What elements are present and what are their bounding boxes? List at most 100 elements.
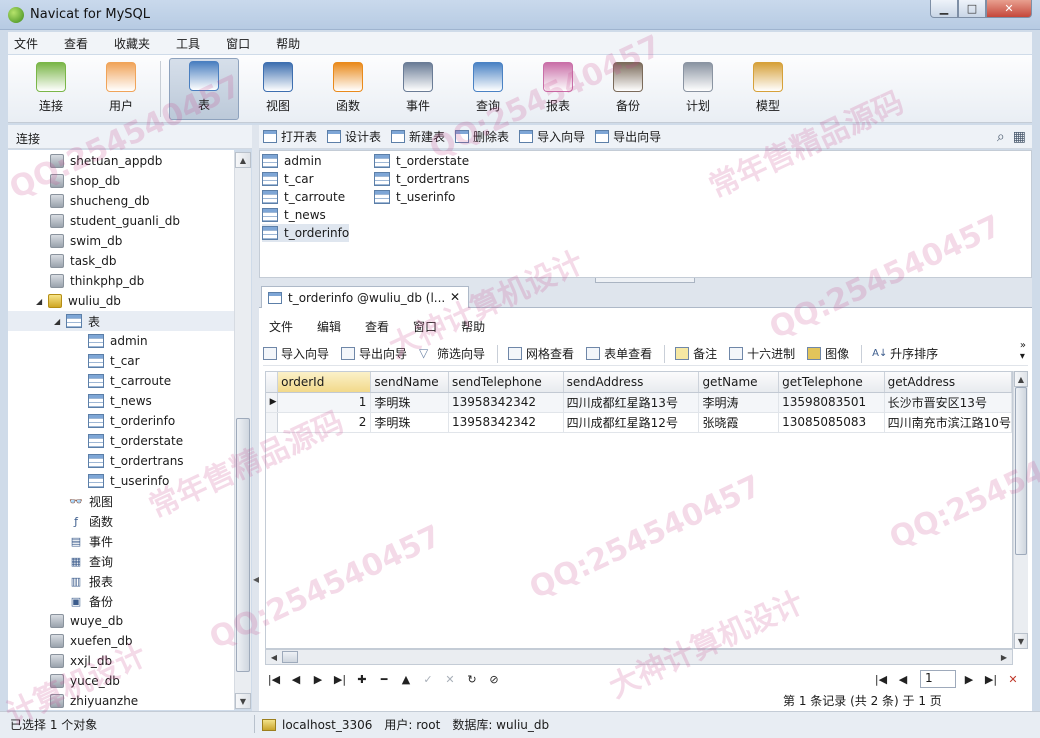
doc-menu-edit[interactable]: 编辑	[307, 314, 351, 336]
first-record-icon[interactable]: |◀	[265, 670, 283, 688]
toolbar-schedule-button[interactable]: 计划	[667, 58, 729, 120]
tree-object-item[interactable]: ▥ 报表	[8, 571, 113, 591]
toolbar-connection-button[interactable]: 连接	[20, 58, 82, 120]
search-icon[interactable]: ⌕	[997, 129, 1005, 145]
form-view-button[interactable]: 表单查看	[586, 345, 652, 362]
tree-db-item-open[interactable]: ◢ wuliu_db	[8, 291, 121, 311]
first-page-icon[interactable]: |◀	[872, 670, 890, 688]
tree-tables-folder[interactable]: ◢ 表	[8, 311, 234, 331]
toolbar-view-button[interactable]: 视图	[247, 58, 309, 120]
tree-db-item[interactable]: shucheng_db	[8, 191, 150, 211]
grid-horizontal-scrollbar[interactable]: ◀ ▶	[265, 649, 1013, 665]
export-wizard-button[interactable]: 导出向导	[595, 128, 661, 145]
tree-db-item[interactable]: xxjl_db	[8, 651, 112, 671]
grid-view-button[interactable]: 网格查看	[508, 345, 574, 362]
tree-object-item[interactable]: ▦ 查询	[8, 551, 113, 571]
splitter-handle[interactable]	[595, 278, 695, 283]
table-cell[interactable]: 李明珠	[370, 392, 449, 413]
object-list-item[interactable]: admin	[262, 152, 322, 170]
menu-file[interactable]: 文件	[8, 32, 50, 54]
column-header-getName[interactable]: getName	[698, 372, 780, 393]
grid-scroll-down-icon[interactable]: ▼	[1014, 633, 1028, 649]
tree-db-item[interactable]: yuce_db	[8, 671, 120, 691]
last-record-icon[interactable]: ▶|	[331, 670, 349, 688]
object-list-item[interactable]: t_car	[262, 170, 314, 188]
expand-arrow-icon[interactable]: ◢	[36, 297, 46, 306]
menu-window[interactable]: 窗口	[220, 32, 262, 54]
row-indicator[interactable]	[266, 412, 279, 433]
next-record-icon[interactable]: ▶	[309, 670, 327, 688]
table-cell[interactable]: 张晓霞	[698, 412, 780, 433]
table-cell[interactable]: 长沙市晋安区13号	[884, 392, 1012, 413]
object-list-item[interactable]: t_ordertrans	[374, 170, 470, 188]
scroll-left-icon[interactable]: ◀	[266, 650, 282, 664]
column-header-getAddress[interactable]: getAddress	[884, 372, 1012, 393]
export-wizard-button[interactable]: 导出向导	[341, 345, 407, 362]
tab-close-icon[interactable]: ✕	[450, 290, 460, 304]
splitter-grip-icon[interactable]: ◀	[253, 575, 259, 587]
column-header-sendAddress[interactable]: sendAddress	[563, 372, 700, 393]
tree-table-item[interactable]: t_ordertrans	[8, 451, 184, 471]
tree-db-item[interactable]: zhiyuanzhe	[8, 691, 138, 710]
object-list-item[interactable]: t_orderinfo	[262, 224, 350, 242]
toolbar-user-button[interactable]: 用户	[90, 58, 152, 120]
design-table-button[interactable]: 设计表	[327, 128, 381, 145]
tree-table-item[interactable]: t_carroute	[8, 371, 171, 391]
tree-db-item[interactable]: xuefen_db	[8, 631, 133, 651]
column-header-sendName[interactable]: sendName	[370, 372, 449, 393]
object-list-item[interactable]: t_userinfo	[374, 188, 455, 206]
doc-menu-view[interactable]: 查看	[355, 314, 399, 336]
table-cell[interactable]: 13598083501	[778, 392, 885, 413]
menu-help[interactable]: 帮助	[270, 32, 312, 54]
tree-db-item[interactable]: shetuan_appdb	[8, 151, 162, 171]
menu-view[interactable]: 查看	[58, 32, 100, 54]
add-record-icon[interactable]: ✚	[353, 670, 371, 688]
tree-object-item[interactable]: 👓 视图	[8, 491, 113, 511]
hex-button[interactable]: 十六进制	[729, 345, 795, 362]
table-cell[interactable]: 四川成都红星路12号	[563, 412, 700, 433]
toolbar-model-button[interactable]: 模型	[737, 58, 799, 120]
toolbar-function-button[interactable]: 函数	[317, 58, 379, 120]
tree-object-item[interactable]: ƒ 函数	[8, 511, 113, 531]
apply-changes-icon[interactable]: ✓	[419, 670, 437, 688]
tree-table-item[interactable]: t_orderinfo	[8, 411, 175, 431]
last-page-icon[interactable]: ▶|	[982, 670, 1000, 688]
toolbar-query-button[interactable]: 查询	[457, 58, 519, 120]
open-table-button[interactable]: 打开表	[263, 128, 317, 145]
tree-scrollbar[interactable]: ▲ ▼	[234, 152, 251, 709]
tree-scroll-thumb[interactable]	[236, 418, 250, 672]
filter-wizard-button[interactable]: ▽ 筛选向导	[419, 345, 485, 362]
toolbar-overflow-icon[interactable]: » ▾	[1020, 340, 1026, 362]
object-list-item[interactable]: t_news	[262, 206, 326, 224]
doc-menu-help[interactable]: 帮助	[451, 314, 495, 336]
close-button[interactable]: ✕	[986, 0, 1032, 18]
doc-menu-file[interactable]: 文件	[259, 314, 303, 336]
column-header-sendTelephone[interactable]: sendTelephone	[448, 372, 564, 393]
refresh-icon[interactable]: ↻	[463, 670, 481, 688]
minimize-button[interactable]: ▁	[930, 0, 958, 18]
tab-t-orderinfo[interactable]: t_orderinfo @wuliu_db (l... ✕	[261, 286, 469, 309]
menu-favorites[interactable]: 收藏夹	[108, 32, 162, 54]
tree-table-item[interactable]: admin	[8, 331, 148, 351]
table-cell[interactable]: 13085085083	[778, 412, 885, 433]
tree-db-item[interactable]: task_db	[8, 251, 117, 271]
memo-button[interactable]: 备注	[675, 345, 717, 362]
discard-changes-icon[interactable]: ✕	[441, 670, 459, 688]
table-cell[interactable]: 1	[277, 392, 372, 413]
table-row[interactable]: 2 李明珠 13958342342 四川成都红星路12号 张晓霞 13085085083 四…	[266, 412, 1012, 433]
vertical-splitter[interactable]: ◀	[252, 125, 259, 711]
edit-record-icon[interactable]: ▲	[397, 670, 415, 688]
current-row-indicator-icon[interactable]: ▶	[266, 392, 279, 413]
tree-object-item[interactable]: ▣ 备份	[8, 591, 113, 611]
tree-db-item[interactable]: wuye_db	[8, 611, 123, 631]
new-table-button[interactable]: 新建表	[391, 128, 445, 145]
expand-arrow-icon[interactable]: ◢	[54, 317, 64, 326]
sort-ascending-button[interactable]: A↓ 升序排序	[872, 345, 938, 362]
table-row[interactable]: ▶ 1 李明珠 13958342342 四川成都红星路13号 李明涛 13598083501…	[266, 392, 1012, 413]
toolbar-table-button[interactable]: 表	[169, 58, 239, 120]
tree-db-item[interactable]: shop_db	[8, 171, 120, 191]
grid-vertical-scrollbar[interactable]: ▲ ▼	[1013, 371, 1028, 649]
doc-menu-window[interactable]: 窗口	[403, 314, 447, 336]
grid-hscroll-thumb[interactable]	[282, 651, 298, 663]
column-header-getTelephone[interactable]: getTelephone	[778, 372, 885, 393]
